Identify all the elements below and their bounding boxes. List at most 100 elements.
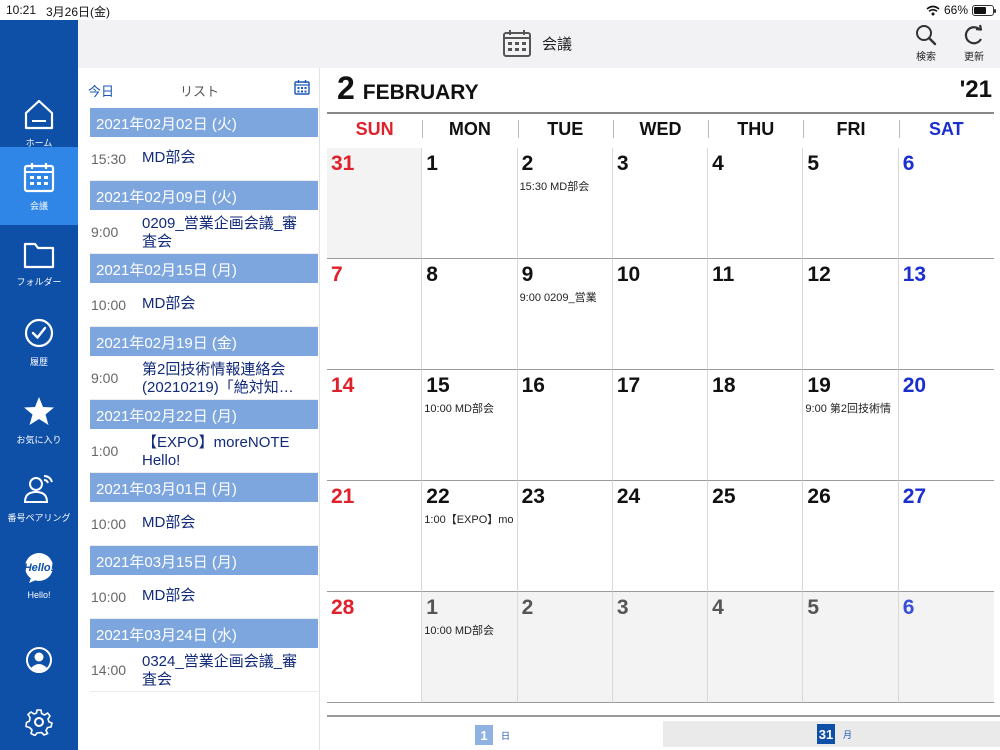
day-number: 4 [712, 596, 724, 619]
calendar-view-button[interactable] [294, 79, 310, 100]
nav-settings[interactable] [0, 694, 78, 750]
calendar-event[interactable]: 9:00 第2回技術情 [805, 400, 891, 416]
calendar-icon [294, 80, 310, 95]
nav-folder[interactable]: フォルダー [0, 225, 78, 303]
day-number: 8 [426, 263, 438, 286]
calendar-day-cell[interactable]: 9 9:00 0209_営業 [517, 259, 613, 370]
calendar-day-cell[interactable]: 1 10:00 MD部会 [422, 592, 518, 703]
refresh-label: 更新 [964, 52, 984, 63]
calendar-day-cell[interactable]: 12 [803, 259, 899, 370]
list-item[interactable]: 10:00 MD部会 [90, 283, 318, 327]
weekday-sun: SUN [355, 119, 394, 139]
account-icon [26, 647, 52, 673]
list-tab[interactable]: リスト [180, 81, 219, 100]
list-item[interactable]: 10:00 MD部会 [90, 502, 318, 546]
calendar-day-cell[interactable]: 20 [898, 370, 994, 481]
meeting-list-panel: 今日 リスト 2021年02月02日 (火) 15:30 MD部会 2021年02月0… [78, 68, 320, 750]
month-view-button[interactable]: 31 月 [663, 721, 1000, 747]
nav-folder-label: フォルダー [16, 276, 62, 287]
calendar-day-cell[interactable]: 11 [708, 259, 804, 370]
calendar-day-cell[interactable]: 10 [612, 259, 709, 370]
calendar-day-cell[interactable]: 4 [708, 148, 804, 259]
day-number: 13 [902, 263, 927, 286]
calendar-day-cell[interactable]: 23 [517, 481, 613, 592]
calendar-day-cell[interactable]: 22 1:00【EXPO】mo [422, 481, 518, 592]
nav-pairing[interactable]: 番号ペアリング [0, 459, 78, 537]
calendar-day-cell[interactable]: 2 15:30 MD部会 [517, 148, 613, 259]
folder-icon [23, 242, 55, 268]
day-view-button[interactable]: 1 日 [475, 723, 510, 747]
calendar-day-cell[interactable]: 1 [422, 148, 518, 259]
list-item[interactable]: 9:00 0209_営業企画会議_審査会 [90, 210, 318, 254]
calendar-grid: 31 1 2 15:30 MD部会 3 4 5 6 7 8 9 9:00 0209_営業 10 11 12 1… [327, 148, 994, 716]
calendar-day-cell[interactable]: 6 [898, 592, 994, 703]
calendar-day-cell[interactable]: 15 10:00 MD部会 [422, 370, 518, 481]
today-button[interactable]: 今日 [88, 81, 114, 100]
calendar-day-cell[interactable]: 28 [327, 592, 423, 703]
nav-favorites-label: お気に入り [16, 434, 62, 445]
calendar-day-cell[interactable]: 6 [898, 148, 994, 259]
calendar-day-cell[interactable]: 13 [898, 259, 994, 370]
day-number: 9 [521, 263, 534, 286]
calendar-day-cell[interactable]: 18 [708, 370, 804, 481]
list-item[interactable]: 15:30 MD部会 [90, 137, 318, 181]
calendar-day-cell[interactable]: 3 [612, 592, 709, 703]
nav-meeting[interactable]: 会議 [0, 147, 78, 225]
calendar-day-cell[interactable]: 7 [327, 259, 423, 370]
weekday-wed: WED [612, 116, 708, 142]
calendar-day-cell[interactable]: 5 [803, 148, 899, 259]
nav-account[interactable] [0, 632, 78, 688]
status-bar: 10:21 3月26日(金) 66% [0, 0, 1000, 20]
weekday-tue: TUE [517, 116, 613, 142]
day-number: 2 [521, 596, 534, 619]
calendar-day-cell[interactable]: 5 [803, 592, 899, 703]
nav-hello[interactable]: Hello! Hello! [0, 537, 78, 615]
calendar-day-cell[interactable]: 14 [327, 370, 423, 481]
list-date-header: 2021年03月15日 (月) [90, 546, 318, 575]
list-item[interactable]: 14:00 0324_営業企画会議_審査会 [90, 648, 318, 692]
list-item-title: MD部会 [142, 149, 196, 166]
list-date-header: 2021年02月02日 (火) [90, 108, 318, 137]
list-item[interactable]: 1:00 【EXPO】moreNOTE Hello! [90, 429, 318, 473]
search-button[interactable]: 検索 [906, 24, 946, 66]
calendar-day-cell[interactable]: 19 9:00 第2回技術情 [803, 370, 899, 481]
refresh-button[interactable]: 更新 [954, 24, 994, 66]
calendar-day-cell[interactable]: 16 [517, 370, 613, 481]
calendar-event[interactable]: 10:00 MD部会 [424, 400, 494, 416]
calendar-day-cell[interactable]: 27 [898, 481, 994, 592]
calendar-event[interactable]: 15:30 MD部会 [520, 178, 590, 194]
calendar-day-cell[interactable]: 4 [708, 592, 804, 703]
list-item[interactable]: 9:00 第2回技術情報連絡会(20210219)「絶対知… [90, 356, 318, 400]
calendar-day-cell[interactable]: 21 [327, 481, 423, 592]
calendar-event[interactable]: 9:00 0209_営業 [520, 289, 597, 305]
calendar-day-cell[interactable]: 25 [708, 481, 804, 592]
day-number: 17 [616, 374, 641, 397]
calendar-day-cell[interactable]: 26 [803, 481, 899, 592]
calendar-event[interactable]: 10:00 MD部会 [424, 622, 494, 638]
day-number: 31 [331, 152, 355, 175]
day-number: 12 [807, 263, 831, 286]
nav-history[interactable]: 履歴 [0, 303, 78, 381]
star-icon [24, 396, 54, 425]
calendar-day-cell[interactable]: 8 [422, 259, 518, 370]
nav-favorites[interactable]: お気に入り [0, 381, 78, 459]
top-header: 会議 検索 更新 [78, 20, 1000, 68]
list-item[interactable]: 10:00 MD部会 [90, 575, 318, 619]
day-number: 21 [331, 485, 355, 508]
list-item-time: 9:00 [91, 224, 119, 240]
calendar-day-cell[interactable]: 24 [612, 481, 709, 592]
list-date-header: 2021年03月24日 (水) [90, 619, 318, 648]
day-number: 6 [902, 596, 915, 619]
day-number: 4 [712, 152, 724, 175]
calendar-day-cell[interactable]: 17 [612, 370, 709, 481]
calendar-day-cell[interactable]: 3 [612, 148, 709, 259]
pairing-icon [23, 474, 53, 503]
list-item-time: 1:00 [91, 443, 119, 459]
list-item-time: 10:00 [91, 297, 127, 313]
refresh-icon [964, 24, 983, 45]
calendar-event[interactable]: 1:00【EXPO】mo [424, 511, 513, 527]
calendar-day-cell[interactable]: 2 [517, 592, 613, 703]
month-name: FEBRUARY [362, 81, 479, 104]
weekday-header: SUN MON TUE WED THU FRI SAT [327, 116, 994, 142]
calendar-day-cell[interactable]: 31 [327, 148, 423, 259]
